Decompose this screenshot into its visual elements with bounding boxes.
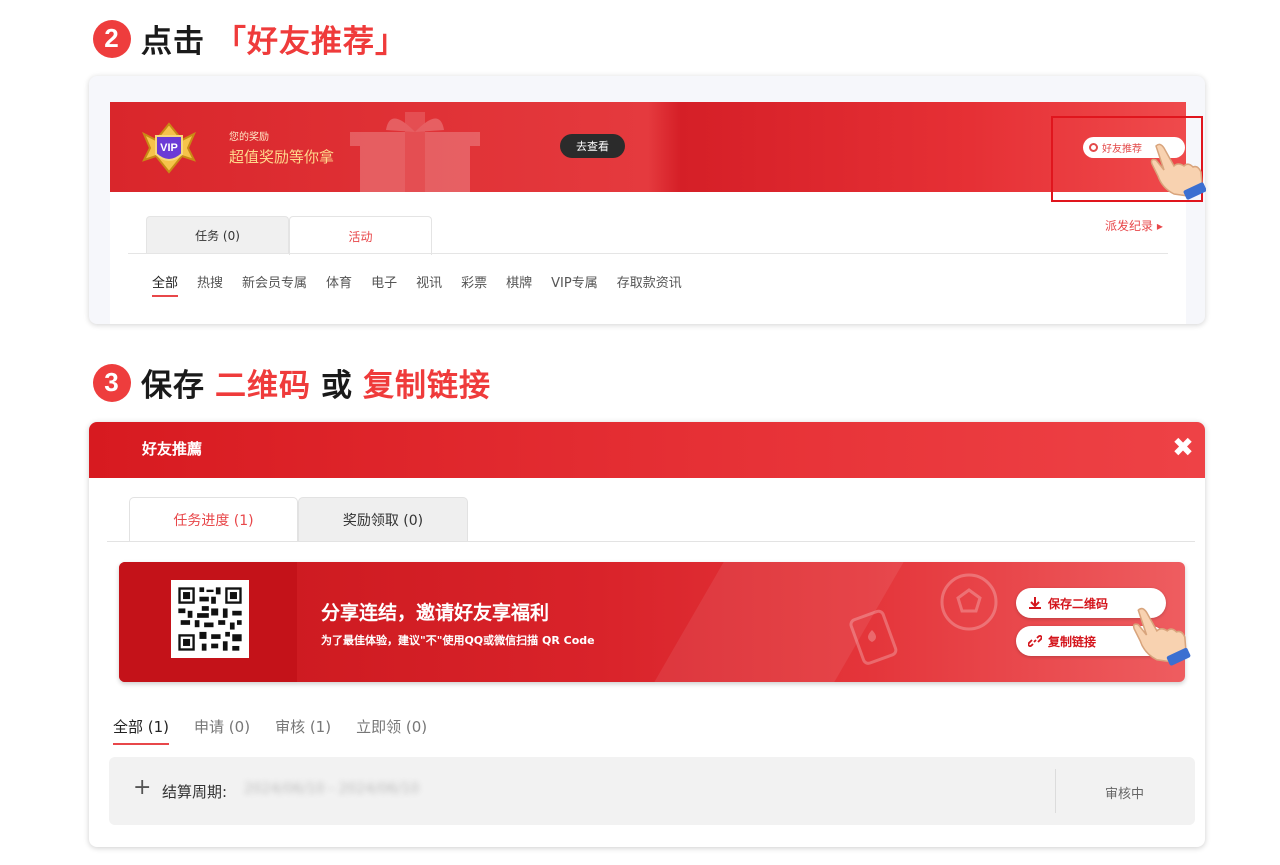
status-filter: 全部 (1) 申请 (0) 审核 (1) 立即领 (0) [113, 716, 427, 745]
status-badge: 审核中 [1105, 787, 1145, 802]
go-view-button[interactable]: 去查看 [560, 134, 625, 158]
period-value: 2024/06/10 - 2024/06/10 [244, 781, 420, 797]
step-2-heading: 2 点击 「好友推荐」 [93, 16, 407, 61]
filter-all[interactable]: 全部 (1) [113, 716, 170, 745]
category-all[interactable]: 全部 [152, 272, 179, 297]
qr-area [119, 562, 297, 682]
close-icon[interactable]: ✖ [1169, 433, 1197, 463]
plus-icon[interactable]: + [133, 775, 151, 800]
row-divider [1055, 769, 1056, 813]
card-icon [849, 609, 898, 665]
share-card: 分享连结，邀请好友享福利 为了最佳体验，建议"不"使用QQ或微信扫描 QR Co… [119, 562, 1185, 682]
filter-claim[interactable]: 立即领 (0) [356, 716, 427, 745]
task-tabs: 任务 (0) 活动 [146, 216, 432, 255]
pointing-hand-icon [1132, 607, 1191, 666]
category-live[interactable]: 视讯 [416, 272, 442, 297]
copy-link-label: 复制链接 [1048, 634, 1097, 649]
tab-task-progress[interactable]: 任务进度 (1) [129, 497, 298, 542]
pointing-hand-icon [1150, 143, 1206, 200]
rewards-page: VIP 您的奖励 超值奖励等你拿 去查看 好友推荐 任务 (0) 活动 派发纪录… [110, 102, 1186, 324]
dialog-tabs: 任务进度 (1) 奖励领取 (0) [129, 497, 468, 542]
category-vip[interactable]: VIP专属 [551, 272, 598, 297]
rewards-panel-screenshot: VIP 您的奖励 超值奖励等你拿 去查看 好友推荐 任务 (0) 活动 派发纪录… [89, 76, 1205, 324]
step-highlight: 二维码 [215, 368, 311, 404]
dialog-title: 好友推薦 [142, 440, 203, 458]
category-sports[interactable]: 体育 [326, 272, 352, 297]
filter-review[interactable]: 审核 (1) [275, 716, 331, 745]
category-hot[interactable]: 热搜 [197, 272, 223, 297]
category-deposit-info[interactable]: 存取款资讯 [617, 272, 682, 297]
tab-reward-claim[interactable]: 奖励领取 (0) [298, 497, 468, 541]
step-highlight: 复制链接 [363, 368, 491, 404]
step-highlight: 「好友推荐」 [215, 24, 407, 60]
category-filter: 全部 热搜 新会员专属 体育 电子 视讯 彩票 棋牌 VIP专属 存取款资讯 [152, 272, 682, 297]
reward-big-label: 超值奖励等你拿 [229, 148, 335, 166]
vip-badge-icon: VIP [142, 122, 196, 174]
link-icon [1028, 634, 1042, 648]
category-chess[interactable]: 棋牌 [506, 272, 532, 297]
qr-code [171, 580, 249, 658]
friend-recommend-dialog: 好友推薦 ✖ 任务进度 (1) 奖励领取 (0) 分享连结，邀请好友享福利 为了… [89, 422, 1205, 847]
share-subtitle: 为了最佳体验，建议"不"使用QQ或微信扫描 QR Code [321, 634, 595, 647]
tab-activity[interactable]: 活动 [289, 216, 432, 255]
soccer-ball-icon [940, 573, 998, 631]
share-title: 分享连结，邀请好友享福利 [321, 602, 550, 624]
dialog-header: 好友推薦 ✖ [89, 422, 1205, 478]
tab-tasks[interactable]: 任务 (0) [146, 216, 289, 254]
tab-divider [128, 253, 1168, 254]
step-text: 点击 [141, 24, 205, 60]
step-number: 2 [93, 19, 131, 58]
step-text: 或 [321, 368, 353, 404]
step-3-heading: 3 保存 二维码 或 复制链接 [93, 360, 491, 405]
dispatch-record-link[interactable]: 派发纪录 ▸ [1105, 217, 1163, 234]
tab-divider [107, 541, 1195, 542]
filter-apply[interactable]: 申请 (0) [194, 716, 250, 745]
category-lottery[interactable]: 彩票 [461, 272, 487, 297]
save-qr-label: 保存二维码 [1048, 596, 1109, 611]
period-label: 结算周期: [162, 783, 228, 801]
reward-banner: VIP 您的奖励 超值奖励等你拿 去查看 好友推荐 [110, 102, 1186, 192]
gift-icon [350, 112, 480, 192]
settlement-row[interactable]: + 结算周期: 2024/06/10 - 2024/06/10 审核中 [109, 757, 1195, 825]
category-electronic[interactable]: 电子 [371, 272, 397, 297]
category-new-member[interactable]: 新会员专属 [242, 272, 307, 297]
step-text: 保存 [141, 368, 205, 404]
reward-small-label: 您的奖励 [229, 132, 269, 143]
vip-badge-text: VIP [160, 142, 178, 154]
download-icon [1029, 597, 1041, 609]
step-number: 3 [93, 363, 131, 402]
